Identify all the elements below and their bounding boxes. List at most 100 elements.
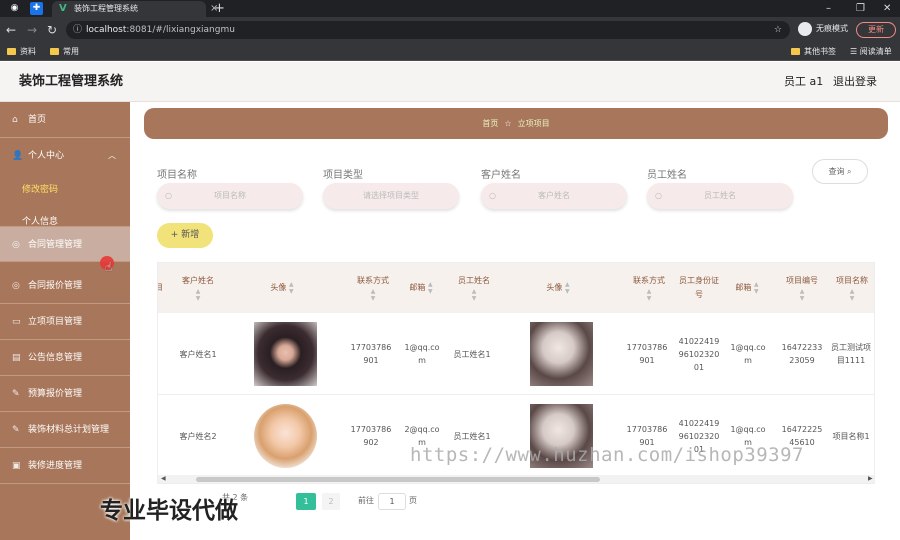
project-type-select[interactable]: 请选择项目类型: [323, 183, 459, 209]
breadcrumb-home[interactable]: 首页: [482, 119, 498, 128]
goto-label: 前往: [358, 496, 374, 505]
chevron-up-icon: ︿: [108, 151, 116, 160]
col-customer-phone[interactable]: 联系方式 ▲ ▼: [348, 263, 398, 313]
bookmark-other[interactable]: 其他书签: [791, 43, 836, 60]
window-close-icon[interactable]: ✕: [883, 0, 891, 17]
sort-icon[interactable]: ▲ ▼: [754, 281, 759, 295]
table-header: 目 客户姓名▲▼ 头像 ▲▼ 联系方式▲▼ 邮箱 ▲▼ 员工姓名▲▼ 头像 ▲▼…: [158, 263, 874, 313]
sort-icon[interactable]: ▲ ▼: [196, 288, 201, 302]
quote-icon: ◎: [12, 281, 20, 291]
col-employee-phone[interactable]: 联系方式 ▲ ▼: [624, 263, 674, 313]
col-customer-photo[interactable]: 头像 ▲ ▼: [252, 263, 312, 313]
progress-icon: ▣: [12, 461, 21, 471]
employee-name-input[interactable]: ○ 员工姓名: [647, 183, 793, 209]
col-employee-photo[interactable]: 头像 ▲ ▼: [528, 263, 588, 313]
folder-icon: [791, 48, 800, 55]
sort-icon[interactable]: ▲ ▼: [565, 281, 570, 295]
customer-name-input[interactable]: ○ 客户姓名: [481, 183, 627, 209]
user-icon: 👤: [12, 151, 24, 161]
cell-employee-name: 员工姓名1: [453, 349, 491, 359]
add-button[interactable]: + 新增: [157, 223, 213, 248]
restore-icon[interactable]: ❐: [856, 0, 865, 17]
logout-link[interactable]: 退出登录: [833, 62, 877, 102]
minimize-icon[interactable]: –: [826, 0, 831, 17]
sidebar-sub-change-password[interactable]: 修改密码: [0, 182, 130, 195]
table-row: 客户姓名1 17703786901 1@qq.com 员工姓名1 1770378…: [158, 313, 874, 395]
incognito-avatar-icon[interactable]: [798, 22, 812, 36]
cell-customer-name: 客户姓名1: [179, 349, 217, 359]
scroll-left-icon[interactable]: ◀: [161, 474, 166, 483]
update-button[interactable]: 更新: [856, 22, 896, 38]
project-name-input[interactable]: ○ 项目名称: [157, 183, 303, 209]
employee-avatar-image: [530, 322, 593, 386]
sort-icon[interactable]: ▲ ▼: [850, 288, 855, 302]
browser-nav-bar: ← → ↻ ⓘ localhost:8081/#/lixiangxiangmu …: [0, 17, 900, 43]
sort-icon[interactable]: ▲ ▼: [428, 281, 433, 295]
cell-customer-phone: 17703786901: [350, 343, 392, 365]
page-2-button[interactable]: 2: [322, 493, 340, 510]
cell-project-name: 项目名称1: [832, 431, 870, 441]
sidebar-item-project[interactable]: ▭ 立项项目管理: [0, 304, 130, 340]
scroll-right-icon[interactable]: ▶: [868, 474, 873, 483]
address-bar[interactable]: ⓘ localhost:8081/#/lixiangxiangmu ☆: [66, 21, 790, 39]
sidebar-item-personal-center[interactable]: 👤 个人中心 ︿: [0, 138, 130, 174]
incognito-label: 无痕模式: [816, 24, 848, 33]
reading-list-icon: ☰: [850, 47, 860, 56]
sidebar-item-material-plan[interactable]: ✎ 装饰材料总计划管理: [0, 412, 130, 448]
col-partial: 目: [158, 263, 166, 313]
chrome-icon[interactable]: ◉: [8, 2, 21, 15]
contract-icon: ◎: [12, 240, 20, 250]
col-customer-name[interactable]: 客户姓名 ▲ ▼: [176, 263, 220, 313]
bookmark-folder-2[interactable]: 常用: [50, 43, 79, 60]
bookmark-star-icon[interactable]: ☆: [774, 21, 782, 39]
back-icon[interactable]: ←: [6, 22, 16, 38]
col-project-name[interactable]: 项目名称 ▲ ▼: [830, 263, 874, 313]
project-icon: ▭: [12, 317, 21, 327]
cell-employee-id: 410224199610232001: [678, 336, 720, 372]
sort-icon[interactable]: ▲ ▼: [289, 281, 294, 295]
sort-icon[interactable]: ▲ ▼: [472, 288, 477, 302]
sort-icon[interactable]: ▲ ▼: [371, 288, 376, 302]
breadcrumb: 首页 ☆ 立项项目: [144, 108, 888, 139]
customer-avatar-image: [254, 404, 317, 468]
scrollbar-thumb[interactable]: [196, 477, 600, 482]
budget-icon: ✎: [12, 389, 20, 399]
col-project-no[interactable]: 项目编号 ▲ ▼: [776, 263, 828, 313]
cell-project-no: 1647223323059: [781, 343, 823, 365]
cell-employee-phone: 17703786901: [626, 343, 668, 365]
page-unit-label: 页: [409, 496, 417, 505]
url-host: localhost: [86, 25, 127, 35]
main-content: 首页 ☆ 立项项目 项目名称 ○ 项目名称 项目类型 请选择项目类型 客户姓名 ○ 客户…: [130, 102, 900, 540]
cell-employee-email: 1@qq.com: [730, 343, 766, 365]
overlay-caption: 专业毕设代做: [100, 498, 238, 524]
forward-icon[interactable]: →: [27, 22, 37, 38]
tab-title: 装饰工程管理系统: [74, 4, 138, 13]
bookmark-folder-1[interactable]: 资料: [7, 43, 36, 60]
sidebar-item-notice[interactable]: ▤ 公告信息管理: [0, 340, 130, 376]
folder-icon: [7, 48, 16, 55]
cell-customer-email: 1@qq.com: [404, 343, 440, 365]
vue-logo-icon: V: [59, 3, 67, 14]
sidebar-item-budget[interactable]: ✎ 预算报价管理: [0, 376, 130, 412]
label-customer-name: 客户姓名: [481, 170, 521, 181]
notice-icon: ▤: [12, 353, 21, 363]
pinned-tab-icon[interactable]: ✚: [30, 2, 43, 15]
reload-icon[interactable]: ↻: [47, 22, 57, 38]
browser-tab-active[interactable]: V 装饰工程管理系统: [52, 1, 206, 17]
col-employee-email[interactable]: 邮箱 ▲ ▼: [724, 263, 770, 313]
sidebar-item-home[interactable]: ⌂ 首页: [0, 102, 130, 138]
sidebar-item-progress[interactable]: ▣ 装修进度管理: [0, 448, 130, 484]
goto-page-input[interactable]: 1: [378, 493, 406, 510]
col-employee-name[interactable]: 员工姓名 ▲ ▼: [448, 263, 500, 313]
sort-icon[interactable]: ▲ ▼: [647, 288, 652, 302]
col-employee-id[interactable]: 员工身份证号: [676, 263, 722, 313]
page-1-button[interactable]: 1: [296, 493, 316, 510]
material-icon: ✎: [12, 425, 20, 435]
query-button[interactable]: 查询 ⌕: [812, 159, 868, 184]
col-customer-email[interactable]: 邮箱 ▲ ▼: [398, 263, 444, 313]
sort-icon[interactable]: ▲ ▼: [800, 288, 805, 302]
new-tab-icon[interactable]: +: [214, 0, 225, 17]
label-project-type: 项目类型: [323, 170, 363, 181]
reading-list[interactable]: ☰ 阅读清单: [850, 43, 892, 60]
folder-icon: [50, 48, 59, 55]
